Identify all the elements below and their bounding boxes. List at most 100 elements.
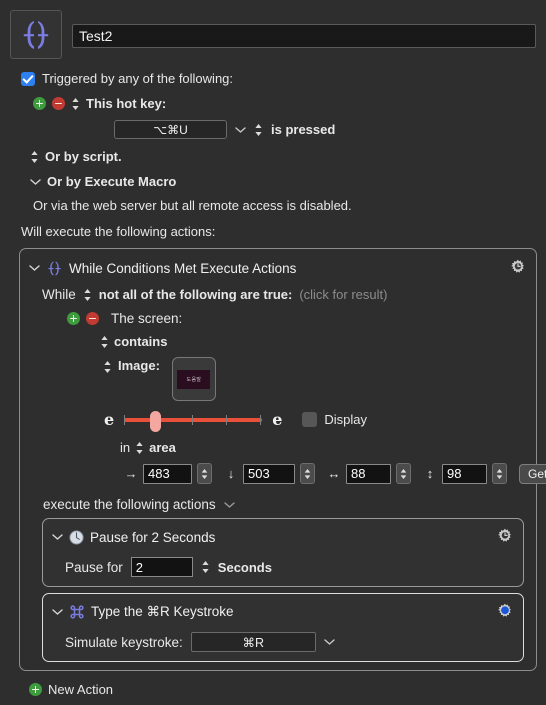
arrow-right-icon: → — [124, 466, 138, 481]
clock-icon — [69, 529, 84, 545]
pause-action-header[interactable]: Pause for 2 Seconds — [43, 522, 523, 547]
keystroke-disclosure-chevron-icon[interactable] — [52, 608, 63, 616]
hotkey-condition-stepper-icon[interactable] — [254, 123, 263, 137]
display-checkbox[interactable] — [302, 412, 318, 427]
screen-condition-row: The screen: — [20, 302, 536, 326]
slider-thumb[interactable] — [150, 410, 162, 432]
condition-image-row: Image: 도움말 — [20, 349, 536, 401]
coordinate-left-input[interactable]: 483 — [143, 463, 192, 484]
trigger-type-stepper-icon[interactable] — [71, 97, 80, 111]
while-action-braces-icon — [46, 260, 63, 277]
condition-operator-stepper-icon[interactable] — [100, 335, 109, 349]
pause-action-title: Pause for 2 Seconds — [90, 529, 216, 545]
area-mode-stepper-icon[interactable] — [135, 441, 144, 455]
hotkey-condition-label[interactable]: is pressed — [271, 122, 335, 137]
trigger-enabled-row[interactable]: Triggered by any of the following: — [0, 59, 546, 86]
coordinate-top-input[interactable]: 503 — [243, 463, 295, 484]
execute-following-label: execute the following actions — [43, 497, 216, 512]
add-trigger-button[interactable] — [33, 97, 46, 110]
while-action-header[interactable]: While Conditions Met Execute Actions — [20, 253, 536, 278]
pause-disclosure-chevron-icon[interactable] — [52, 533, 63, 541]
coordinate-top-stepper[interactable] — [300, 463, 315, 484]
slider-track — [124, 417, 263, 422]
type-keystroke-action-header[interactable]: Type the ⌘R Keystroke — [43, 597, 523, 622]
new-action-button[interactable]: New Action — [0, 671, 546, 697]
slider-tick — [124, 414, 126, 425]
script-trigger-label[interactable]: Or by script. — [45, 149, 122, 164]
slider-tick — [226, 414, 228, 425]
braces-macro-icon[interactable] — [10, 10, 62, 59]
slider-tick — [260, 414, 262, 425]
execute-macro-trigger-label[interactable]: Or by Execute Macro — [47, 174, 176, 189]
display-option[interactable]: Display — [302, 412, 367, 427]
display-label: Display — [324, 412, 367, 427]
condition-image-thumbnail[interactable]: 도움말 — [171, 357, 216, 401]
keystroke-chevron-down-icon[interactable] — [324, 638, 335, 646]
command-icon — [69, 604, 85, 620]
new-action-label: New Action — [48, 682, 114, 697]
pause-action[interactable]: Pause for 2 Seconds Pause for 2 Seconds — [42, 518, 524, 587]
hotkey-chevron-down-icon[interactable] — [235, 126, 246, 134]
add-condition-button[interactable] — [67, 312, 80, 325]
add-icon — [29, 683, 42, 696]
keystroke-input[interactable]: ⌘R — [190, 632, 316, 652]
trigger-enabled-label: Triggered by any of the following: — [42, 71, 234, 86]
fuzz-small-e-icon: e — [104, 410, 115, 429]
area-prefix-label: in — [120, 440, 131, 455]
script-trigger-row[interactable]: Or by script. — [0, 139, 546, 164]
type-keystroke-action-title: Type the ⌘R Keystroke — [91, 604, 234, 619]
coordinate-width-input[interactable]: 88 — [346, 463, 391, 484]
pause-action-body: Pause for 2 Seconds — [43, 547, 523, 577]
coordinate-top: ↓ 503 — [224, 463, 315, 484]
execute-following-chevron-down-icon[interactable] — [223, 501, 235, 509]
fuzziness-slider[interactable] — [124, 410, 263, 432]
coordinate-height-input[interactable]: 98 — [442, 463, 487, 484]
script-trigger-stepper-icon[interactable] — [30, 150, 39, 164]
execute-macro-chevron-down-icon[interactable] — [30, 178, 41, 186]
macro-name-input[interactable]: Test2 — [72, 24, 536, 48]
thumbnail-preview-text: 도움말 — [177, 369, 211, 389]
gear-clock-icon[interactable] — [508, 258, 528, 278]
arrow-width-icon: ↔ — [327, 466, 341, 481]
remove-trigger-button[interactable] — [52, 97, 65, 110]
while-disclosure-chevron-icon[interactable] — [29, 264, 40, 272]
arrow-down-icon: ↓ — [227, 466, 235, 481]
execute-macro-trigger-row[interactable]: Or by Execute Macro — [0, 164, 546, 189]
remove-condition-button[interactable] — [86, 312, 99, 325]
image-label[interactable]: Image: — [118, 358, 160, 373]
gear-clock-icon[interactable] — [495, 527, 515, 547]
hotkey-input[interactable]: ⌥⌘U — [114, 120, 227, 139]
fuzz-large-e-icon: e — [272, 410, 283, 429]
pause-unit-label[interactable]: Seconds — [218, 560, 272, 575]
area-mode-row: in area — [20, 429, 536, 455]
condition-target-label[interactable]: The screen: — [111, 311, 182, 326]
trigger-enabled-checkbox[interactable] — [21, 71, 35, 86]
coordinate-left: → 483 — [124, 463, 212, 484]
coordinate-width-stepper[interactable] — [396, 463, 411, 484]
hotkey-trigger-label[interactable]: This hot key: — [86, 96, 166, 111]
while-action-title: While Conditions Met Execute Actions — [69, 260, 297, 276]
coordinate-left-stepper[interactable] — [197, 463, 212, 484]
image-source-stepper-icon[interactable] — [103, 360, 112, 374]
get-area-button[interactable]: Get — [519, 463, 546, 484]
while-conditions-action[interactable]: While Conditions Met Execute Actions Whi… — [19, 248, 546, 671]
while-condition-mode[interactable]: not all of the following are true: — [99, 287, 293, 302]
macro-header: Test2 — [0, 0, 546, 59]
hotkey-trigger-row: This hot key: — [0, 86, 546, 111]
hotkey-value-row: ⌥⌘U is pressed — [0, 111, 546, 139]
pause-unit-stepper-icon[interactable] — [201, 560, 210, 574]
coordinate-height-stepper[interactable] — [492, 463, 507, 484]
while-result-hint[interactable]: (click for result) — [299, 287, 387, 302]
area-mode-label[interactable]: area — [149, 440, 176, 455]
type-keystroke-action[interactable]: Type the ⌘R Keystroke Simulate keystroke… — [42, 593, 524, 662]
while-label: While — [42, 287, 76, 302]
coordinate-height: ↕ 98 — [423, 463, 507, 484]
pause-duration-input[interactable]: 2 — [130, 557, 193, 577]
slider-tick — [192, 414, 194, 425]
condition-operator-label[interactable]: contains — [114, 334, 167, 349]
gear-blue-icon[interactable] — [495, 602, 515, 622]
fuzziness-slider-row: e e Display — [20, 401, 536, 432]
will-execute-label: Will execute the following actions: — [21, 224, 216, 239]
area-coordinates-row: → 483 ↓ 503 ↔ 88 ↕ 98 Get — [20, 455, 546, 484]
while-mode-stepper-icon[interactable] — [83, 288, 92, 302]
